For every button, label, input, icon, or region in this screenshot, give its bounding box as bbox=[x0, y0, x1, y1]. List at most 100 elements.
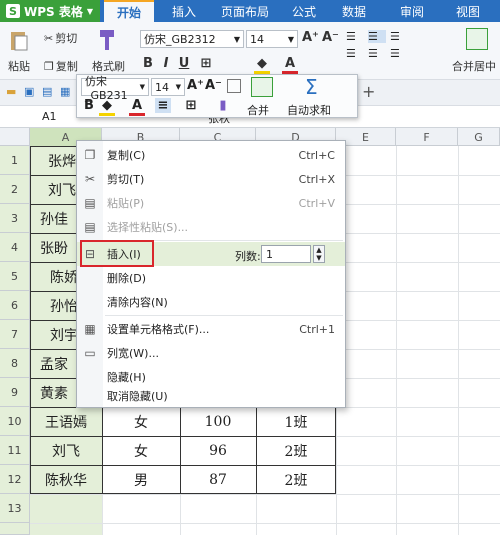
merge-button[interactable]: 合并 bbox=[247, 102, 269, 118]
tab-formulas[interactable]: 公式 bbox=[284, 0, 324, 22]
row-header-3[interactable]: 3 bbox=[0, 204, 30, 233]
font-select[interactable]: 仿宋_GB2312 ▼ bbox=[140, 30, 244, 48]
font-shrink-icon[interactable]: A⁻ bbox=[205, 78, 222, 93]
row-header-10[interactable]: 10 bbox=[0, 407, 30, 436]
align-left-icon[interactable]: ☰ bbox=[346, 47, 364, 60]
font-grow-icon[interactable]: A⁺ bbox=[187, 78, 204, 93]
align-top-icon[interactable]: ☰ bbox=[346, 30, 364, 43]
font-size-value: 14 bbox=[250, 32, 264, 46]
add-icon[interactable]: + bbox=[362, 82, 375, 101]
font-size-select[interactable]: 14 ▼ bbox=[246, 30, 298, 48]
mini-font-select[interactable]: 仿宋_GB231 ▼ bbox=[81, 75, 149, 102]
format-painter-icon[interactable]: ▮ bbox=[215, 98, 231, 113]
chevron-up-icon[interactable]: ▲ bbox=[316, 246, 321, 254]
cell-d11[interactable]: 2班 bbox=[256, 436, 336, 465]
grow-font-button[interactable]: A⁺ bbox=[302, 30, 319, 45]
align-right-icon[interactable]: ☰ bbox=[390, 47, 408, 60]
app-menu-button[interactable]: S WPS 表格 ▼ bbox=[0, 0, 100, 22]
paste-button[interactable]: 粘贴 bbox=[8, 58, 30, 74]
underline-button[interactable]: U bbox=[176, 56, 192, 71]
tab-view[interactable]: 视图 bbox=[448, 0, 488, 22]
cell-a11[interactable]: 刘飞 bbox=[30, 436, 102, 465]
format-painter-icon[interactable] bbox=[98, 28, 118, 52]
insert-count-stepper[interactable]: ▲ ▼ bbox=[313, 245, 325, 263]
print-preview-icon[interactable]: ▦ bbox=[60, 85, 70, 98]
row-header-7[interactable]: 7 bbox=[0, 320, 30, 349]
align-center-icon[interactable]: ≡ bbox=[155, 98, 171, 113]
menu-item-paste[interactable]: ▤ 粘贴(P) Ctrl+V bbox=[77, 191, 345, 215]
cut-button[interactable]: ✂ 剪切 bbox=[44, 30, 77, 46]
autosum-button[interactable]: 自动求和 bbox=[287, 102, 331, 118]
font-color-button[interactable]: A bbox=[282, 56, 298, 74]
merge-center-icon[interactable] bbox=[466, 28, 488, 50]
menu-item-paste-special[interactable]: ▤ 选择性粘贴(S)... bbox=[77, 215, 345, 239]
merge-icon[interactable] bbox=[251, 77, 273, 97]
cell-b10[interactable]: 女 bbox=[102, 407, 180, 436]
mini-size-select[interactable]: 14 ▼ bbox=[151, 78, 185, 96]
paste-icon[interactable] bbox=[8, 28, 30, 52]
autosum-icon[interactable]: Σ bbox=[305, 75, 318, 99]
cell-d12[interactable]: 2班 bbox=[256, 465, 336, 494]
menu-item-cut[interactable]: ✂ 剪切(T) Ctrl+X bbox=[77, 167, 345, 191]
tab-data[interactable]: 数据 bbox=[334, 0, 374, 22]
cell-reference[interactable]: A1 bbox=[42, 110, 57, 123]
border-icon[interactable]: ⊞ bbox=[183, 98, 199, 113]
tab-insert[interactable]: 插入 bbox=[162, 0, 206, 22]
menu-item-delete[interactable]: 删除(D) bbox=[77, 266, 345, 290]
fill-color-icon: ◆ bbox=[254, 56, 270, 74]
menu-item-unhide[interactable]: 取消隐藏(U) bbox=[77, 385, 345, 407]
chevron-down-icon[interactable]: ▼ bbox=[316, 254, 321, 262]
align-center-icon[interactable]: ☰ bbox=[368, 47, 386, 60]
row-header-1[interactable]: 1 bbox=[0, 146, 30, 175]
cell-a12[interactable]: 陈秋华 bbox=[30, 465, 102, 494]
bold-icon[interactable]: B bbox=[81, 98, 97, 113]
row-header-13[interactable]: 13 bbox=[0, 494, 30, 523]
row-header-5[interactable]: 5 bbox=[0, 262, 30, 291]
folder-icon[interactable]: ▬ bbox=[6, 85, 16, 98]
chevron-down-icon: ▼ bbox=[139, 83, 145, 91]
font-color-icon[interactable]: A bbox=[129, 98, 145, 116]
cell-c11[interactable]: 96 bbox=[180, 436, 256, 465]
menu-item-clear-contents[interactable]: 清除内容(N) bbox=[77, 290, 345, 314]
tab-page-layout[interactable]: 页面布局 bbox=[214, 0, 276, 22]
border-button[interactable]: ⊞ bbox=[198, 56, 214, 71]
insert-count-input[interactable]: 1 bbox=[261, 245, 311, 263]
row-header-4[interactable]: 4 bbox=[0, 233, 30, 262]
fill-color-icon[interactable]: ◆ bbox=[99, 98, 115, 116]
cell-style-icon[interactable] bbox=[227, 79, 241, 93]
column-header-f[interactable]: F bbox=[396, 128, 458, 146]
cell-c10[interactable]: 100 bbox=[180, 407, 256, 436]
save-icon[interactable]: ▣ bbox=[24, 85, 34, 98]
align-middle-icon[interactable]: ☰ bbox=[368, 30, 386, 43]
align-bottom-icon[interactable]: ☰ bbox=[390, 30, 408, 43]
row-header-14[interactable] bbox=[0, 523, 30, 535]
select-all-corner[interactable] bbox=[0, 128, 30, 146]
row-header-11[interactable]: 11 bbox=[0, 436, 30, 465]
context-menu: ❐ 复制(C) Ctrl+C ✂ 剪切(T) Ctrl+X ▤ 粘贴(P) Ct… bbox=[76, 140, 346, 408]
row-header-8[interactable]: 8 bbox=[0, 349, 30, 378]
menu-item-copy[interactable]: ❐ 复制(C) Ctrl+C bbox=[77, 143, 345, 167]
row-header-2[interactable]: 2 bbox=[0, 175, 30, 204]
cell-b11[interactable]: 女 bbox=[102, 436, 180, 465]
tab-home[interactable]: 开始 bbox=[104, 0, 154, 22]
menu-item-format-cells[interactable]: ▦ 设置单元格格式(F)... Ctrl+1 bbox=[77, 317, 345, 341]
row-header-9[interactable]: 9 bbox=[0, 378, 30, 407]
column-header-g[interactable]: G bbox=[458, 128, 500, 146]
cell-c12[interactable]: 87 bbox=[180, 465, 256, 494]
menu-item-column-width[interactable]: ▭ 列宽(W)... bbox=[77, 341, 345, 365]
italic-button[interactable]: I bbox=[158, 56, 174, 71]
shrink-font-button[interactable]: A⁻ bbox=[322, 30, 339, 45]
fill-color-button[interactable]: ◆ bbox=[254, 56, 270, 74]
cell-a10[interactable]: 王语嫣 bbox=[30, 407, 102, 436]
cell-b12[interactable]: 男 bbox=[102, 465, 180, 494]
cell-d10[interactable]: 1班 bbox=[256, 407, 336, 436]
insert-count-label: 列数: bbox=[235, 250, 261, 263]
copy-button[interactable]: ❐ 复制 bbox=[44, 58, 78, 74]
row-header-12[interactable]: 12 bbox=[0, 465, 30, 494]
print-icon[interactable]: ▤ bbox=[42, 85, 52, 98]
bold-button[interactable]: B bbox=[140, 56, 156, 71]
tab-review[interactable]: 审阅 bbox=[392, 0, 432, 22]
row-header-6[interactable]: 6 bbox=[0, 291, 30, 320]
merge-center-button[interactable]: 合并居中 bbox=[452, 58, 496, 74]
copy-icon: ❐ bbox=[44, 59, 54, 73]
